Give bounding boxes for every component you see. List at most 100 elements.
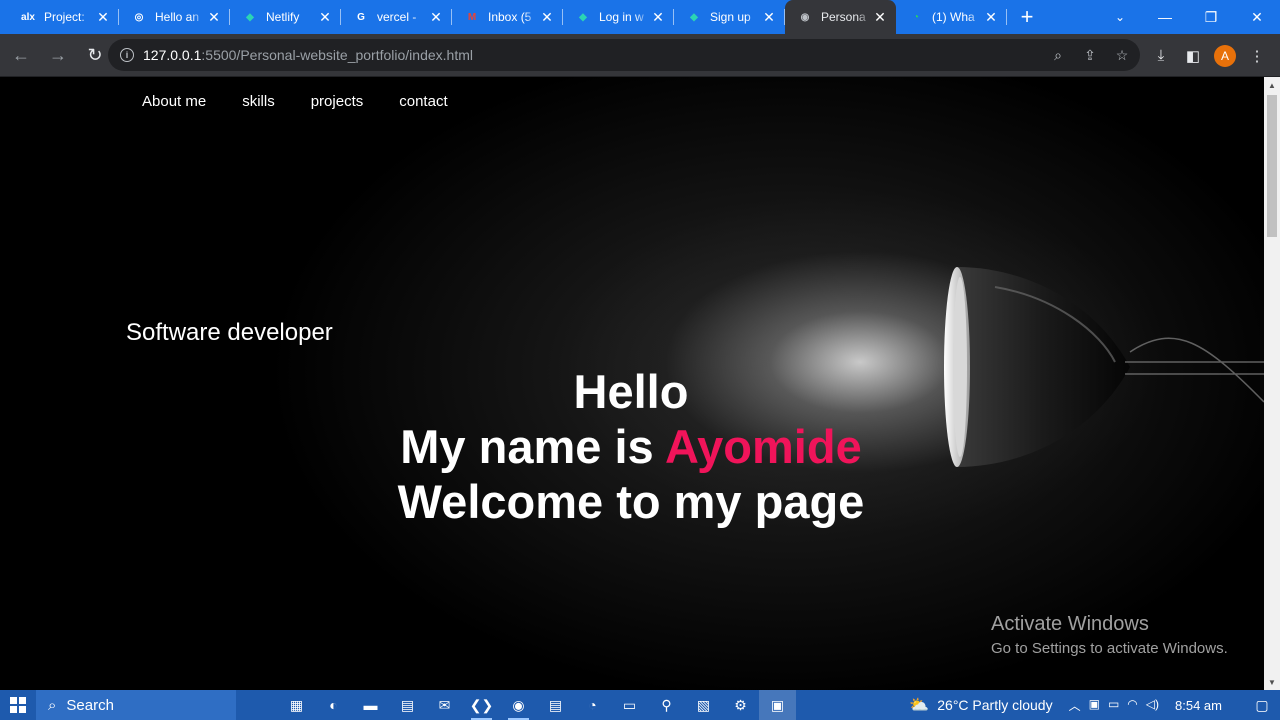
netlify-icon: ◆ [246,11,254,23]
nav-link-skills[interactable]: skills [242,93,275,110]
scroll-up-arrow-icon[interactable]: ▲ [1264,77,1280,93]
tab-title: Project: [44,10,85,24]
tab-close-icon[interactable]: ✕ [317,9,333,26]
netlify-icon: ◆ [579,11,587,23]
address-bar[interactable]: i 127.0.0.1 :5500/Personal-website_portf… [108,39,1140,71]
file-explorer-icon[interactable]: ▬ [352,690,389,720]
scrollbar-thumb[interactable] [1267,95,1277,237]
tab-close-icon[interactable]: ✕ [872,9,888,26]
forward-arrow-icon[interactable]: → [42,39,74,71]
notes-icon[interactable]: ▤ [537,690,574,720]
app2-icon[interactable]: ⚙ [722,690,759,720]
tab-close-icon[interactable]: ✕ [428,9,444,26]
tab-title: Hello an [155,10,200,24]
weather-widget[interactable]: ⛅ 26°C Partly cloudy [909,695,1052,715]
wifi-icon[interactable]: ◠ [1127,697,1137,714]
weather-text: 26°C Partly cloudy [937,697,1053,713]
new-tab-button[interactable]: + [1007,0,1047,34]
store-icon[interactable]: ▤ [389,690,426,720]
edge-icon[interactable]: ◐ [315,690,352,720]
tab-title: Sign up [710,10,751,24]
nav-link-projects[interactable]: projects [311,93,364,110]
hero-line-welcome: Welcome to my page [397,475,865,528]
tab-close-icon[interactable]: ✕ [983,9,999,26]
tab-list: alx Project: ✕ ◎ Hello an ✕ ◆ Netlify ✕ Gvercel -… [0,0,1007,34]
partly-cloudy-icon: ⛅ [909,697,930,714]
alx-icon: alx [21,11,35,23]
minimize-icon[interactable]: — [1142,9,1188,25]
browser-tab[interactable]: M Inbox (5 ✕ [452,0,563,34]
url-path: :5500/Personal-website_portfolio/index.h… [201,47,473,63]
taskbar-search-box[interactable]: ⌕ Search [36,690,236,720]
name-prefix: My name is [400,420,665,473]
terminal-icon[interactable]: ▭ [611,690,648,720]
notification-icon[interactable]: ▢ [1244,697,1280,714]
hero-name: Ayomide [664,420,862,473]
nav-link-about[interactable]: About me [142,93,206,110]
browser-tab[interactable]: ◉ Persona ✕ [785,0,896,34]
close-window-icon[interactable]: ✕ [1234,9,1280,26]
nav-link-contact[interactable]: contact [399,93,447,110]
browser-tab[interactable]: ◆ Sign up ✕ [674,0,785,34]
photos-icon[interactable]: ▣ [759,690,796,720]
tab-title: vercel - [377,10,417,24]
python-icon[interactable]: ⚲ [648,690,685,720]
mail-icon[interactable]: ✉ [426,690,463,720]
chrome-icon[interactable]: ◉ [500,690,537,720]
hero-line-name: My name is Ayomide [330,419,932,474]
thumbnail-icon[interactable]: ▦ [278,690,315,720]
page-viewport: About me skills projects contact Softwar… [0,77,1264,690]
volume-icon[interactable]: ◁) [1146,697,1159,714]
toolbar-right-actions: ⤓ ◧ A ⋮ [1150,34,1268,77]
browser-tab[interactable]: Gvercel - ✕ [341,0,452,34]
tray-icons: ︿ ▣ ▭ ◠ ◁) [1069,697,1159,714]
gmail-icon: M [467,11,477,23]
tab-close-icon[interactable]: ✕ [95,9,111,26]
meet-icon[interactable]: ▣ [1089,697,1100,714]
scroll-down-arrow-icon[interactable]: ▼ [1264,674,1280,690]
hero-heading: Hello My name is Ayomide Welcome to my p… [330,364,932,529]
whatsapp-icon[interactable]: ◔ [574,690,611,720]
vscode-icon[interactable]: ❮❯ [463,690,500,720]
whatsapp-icon: ◔ [912,11,920,23]
tab-close-icon[interactable]: ✕ [650,9,666,26]
tab-close-icon[interactable]: ✕ [539,9,555,26]
taskbar-apps: ▦ ◐ ▬ ▤ ✉ ❮❯ ◉ ▤ ◔ ▭ ⚲ ▧ ⚙ ▣ [278,690,796,720]
menu-kebab-icon[interactable]: ⋮ [1246,47,1268,65]
bookmark-star-icon[interactable]: ☆ [1112,47,1132,64]
tab-title: (1) Wha [932,10,975,24]
system-tray: ⛅ 26°C Partly cloudy ︿ ▣ ▭ ◠ ◁) 8:54 am … [909,690,1280,720]
browser-tab[interactable]: ◆ Log in w ✕ [563,0,674,34]
browser-tab[interactable]: ◔ (1) Wha ✕ [896,0,1007,34]
side-panel-icon[interactable]: ◧ [1182,47,1204,65]
browser-tab[interactable]: ◎ Hello an ✕ [119,0,230,34]
back-arrow-icon[interactable]: ← [5,39,37,71]
netlify-icon: ◆ [690,11,698,23]
download-icon[interactable]: ⤓ [1150,47,1172,64]
reload-icon[interactable]: ↻ [79,39,111,71]
tab-title: Netlify [266,10,300,24]
tab-close-icon[interactable]: ✕ [206,9,222,26]
windows-start-icon[interactable] [0,690,36,720]
browser-tab-strip: alx Project: ✕ ◎ Hello an ✕ ◆ Netlify ✕ Gvercel -… [0,0,1280,34]
share-icon[interactable]: ⇪ [1080,47,1100,64]
tab-close-icon[interactable]: ✕ [761,9,777,26]
browser-tab[interactable]: alx Project: ✕ [8,0,119,34]
profile-avatar[interactable]: A [1214,44,1236,67]
globe-icon: ◉ [800,11,810,23]
taskbar-clock[interactable]: 8:54 am [1175,698,1222,713]
show-hidden-icons-icon[interactable]: ︿ [1069,697,1081,714]
app-icon[interactable]: ▧ [685,690,722,720]
restore-icon[interactable]: ❐ [1188,9,1234,26]
zoom-icon[interactable]: ⌕ [1048,47,1068,64]
page-scrollbar[interactable]: ▲ ▼ [1264,77,1280,690]
url-host: 127.0.0.1 [143,47,202,63]
site-info-icon[interactable]: i [120,48,134,62]
browser-tab[interactable]: ◆ Netlify ✕ [230,0,341,34]
watermark-subtitle: Go to Settings to activate Windows. [991,640,1228,657]
battery-icon[interactable]: ▭ [1108,697,1119,714]
tab-search-icon[interactable]: ⌄ [1108,0,1132,34]
omnibox-actions: ⌕ ⇪ ☆ [1048,39,1132,71]
tab-title: Persona [821,10,866,24]
role-heading: Software developer [126,319,333,346]
